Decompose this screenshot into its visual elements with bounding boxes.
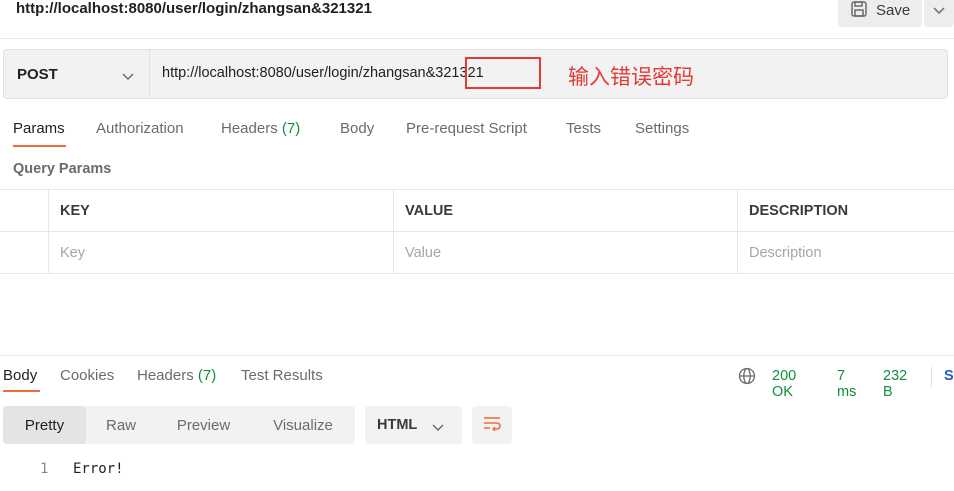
query-params-title: Query Params [13, 161, 112, 177]
response-size[interactable]: 232 B [883, 368, 907, 400]
column-header-value: VALUE [393, 190, 737, 231]
active-tab-indicator [13, 145, 66, 147]
checkbox-column-header [0, 190, 48, 231]
tab-body[interactable]: Body [340, 120, 374, 137]
table-header-row: KEY VALUE DESCRIPTION [0, 190, 954, 232]
tab-label: Pre-request Script [406, 120, 527, 137]
tab-authorization[interactable]: Authorization [96, 120, 184, 137]
response-tab-test-results[interactable]: Test Results [241, 367, 323, 384]
tab-label: Params [13, 120, 65, 137]
tab-pre-request-script[interactable]: Pre-request Script [406, 120, 527, 137]
table-row: Key Value Description [0, 232, 954, 274]
chevron-down-icon [122, 68, 134, 85]
save-icon [850, 0, 868, 22]
code-text[interactable]: Error! [73, 461, 124, 477]
tab-label: Test Results [241, 367, 323, 384]
chevron-down-icon [432, 420, 444, 436]
method-select[interactable]: POST [4, 50, 150, 98]
panel-divider[interactable] [0, 355, 954, 356]
save-response-button[interactable]: S [944, 368, 954, 384]
value-input[interactable]: Value [393, 232, 737, 273]
view-mode-raw[interactable]: Raw [86, 406, 156, 444]
description-input[interactable]: Description [737, 232, 954, 273]
request-tabs: Params Authorization Headers (7) Body Pr… [0, 118, 954, 148]
row-checkbox-cell [0, 232, 48, 273]
save-button[interactable]: Save [838, 0, 922, 27]
request-title: http://localhost:8080/user/login/zhangsa… [16, 0, 372, 17]
tab-params[interactable]: Params [13, 120, 65, 137]
save-options-button[interactable] [924, 0, 954, 27]
active-tab-indicator [3, 390, 40, 392]
tab-label: Headers [137, 367, 194, 384]
tab-settings[interactable]: Settings [635, 120, 689, 137]
view-mode-pretty[interactable]: Pretty [3, 406, 86, 444]
url-input[interactable]: http://localhost:8080/user/login/zhangsa… [162, 65, 484, 81]
method-label: POST [17, 65, 58, 83]
globe-icon[interactable] [738, 367, 756, 389]
status-code[interactable]: 200 OK [772, 368, 796, 400]
view-mode-preview[interactable]: Preview [156, 406, 251, 444]
response-time[interactable]: 7 ms [837, 368, 856, 400]
divider [931, 367, 932, 387]
tab-label: Tests [566, 120, 602, 137]
tab-label: Authorization [96, 120, 184, 137]
query-params-table: KEY VALUE DESCRIPTION Key Value Descript… [0, 189, 954, 274]
tab-label: Body [340, 120, 375, 137]
wrap-lines-button[interactable] [472, 406, 512, 444]
tab-label: Body [3, 367, 38, 384]
divider [0, 38, 954, 39]
tab-count: (7) [197, 367, 217, 384]
response-tabs: Body Cookies Headers (7) Test Results [0, 367, 954, 395]
view-mode-visualize[interactable]: Visualize [251, 406, 355, 444]
format-label: HTML [377, 417, 418, 433]
tab-label: Headers [221, 120, 278, 137]
tab-tests[interactable]: Tests [566, 120, 601, 137]
tab-count: (7) [281, 120, 301, 137]
code-line: 1 Error! [0, 461, 954, 481]
tab-headers[interactable]: Headers (7) [221, 120, 300, 137]
column-header-description: DESCRIPTION [737, 190, 954, 231]
column-header-key: KEY [48, 190, 393, 231]
tab-label: Cookies [60, 367, 115, 384]
chevron-down-icon [933, 2, 945, 20]
annotation-text: 输入错误密码 [568, 65, 694, 89]
line-number: 1 [40, 461, 49, 477]
wrap-lines-icon [482, 415, 502, 436]
key-input[interactable]: Key [48, 232, 393, 273]
view-mode-selector: Pretty Raw Preview Visualize [3, 406, 355, 444]
password-highlight-box [465, 57, 541, 89]
response-tab-cookies[interactable]: Cookies [60, 367, 114, 384]
tab-label: Settings [635, 120, 690, 137]
save-label: Save [876, 2, 911, 19]
format-select[interactable]: HTML [365, 406, 462, 444]
response-tab-body[interactable]: Body [3, 367, 37, 384]
response-tab-headers[interactable]: Headers (7) [137, 367, 216, 384]
